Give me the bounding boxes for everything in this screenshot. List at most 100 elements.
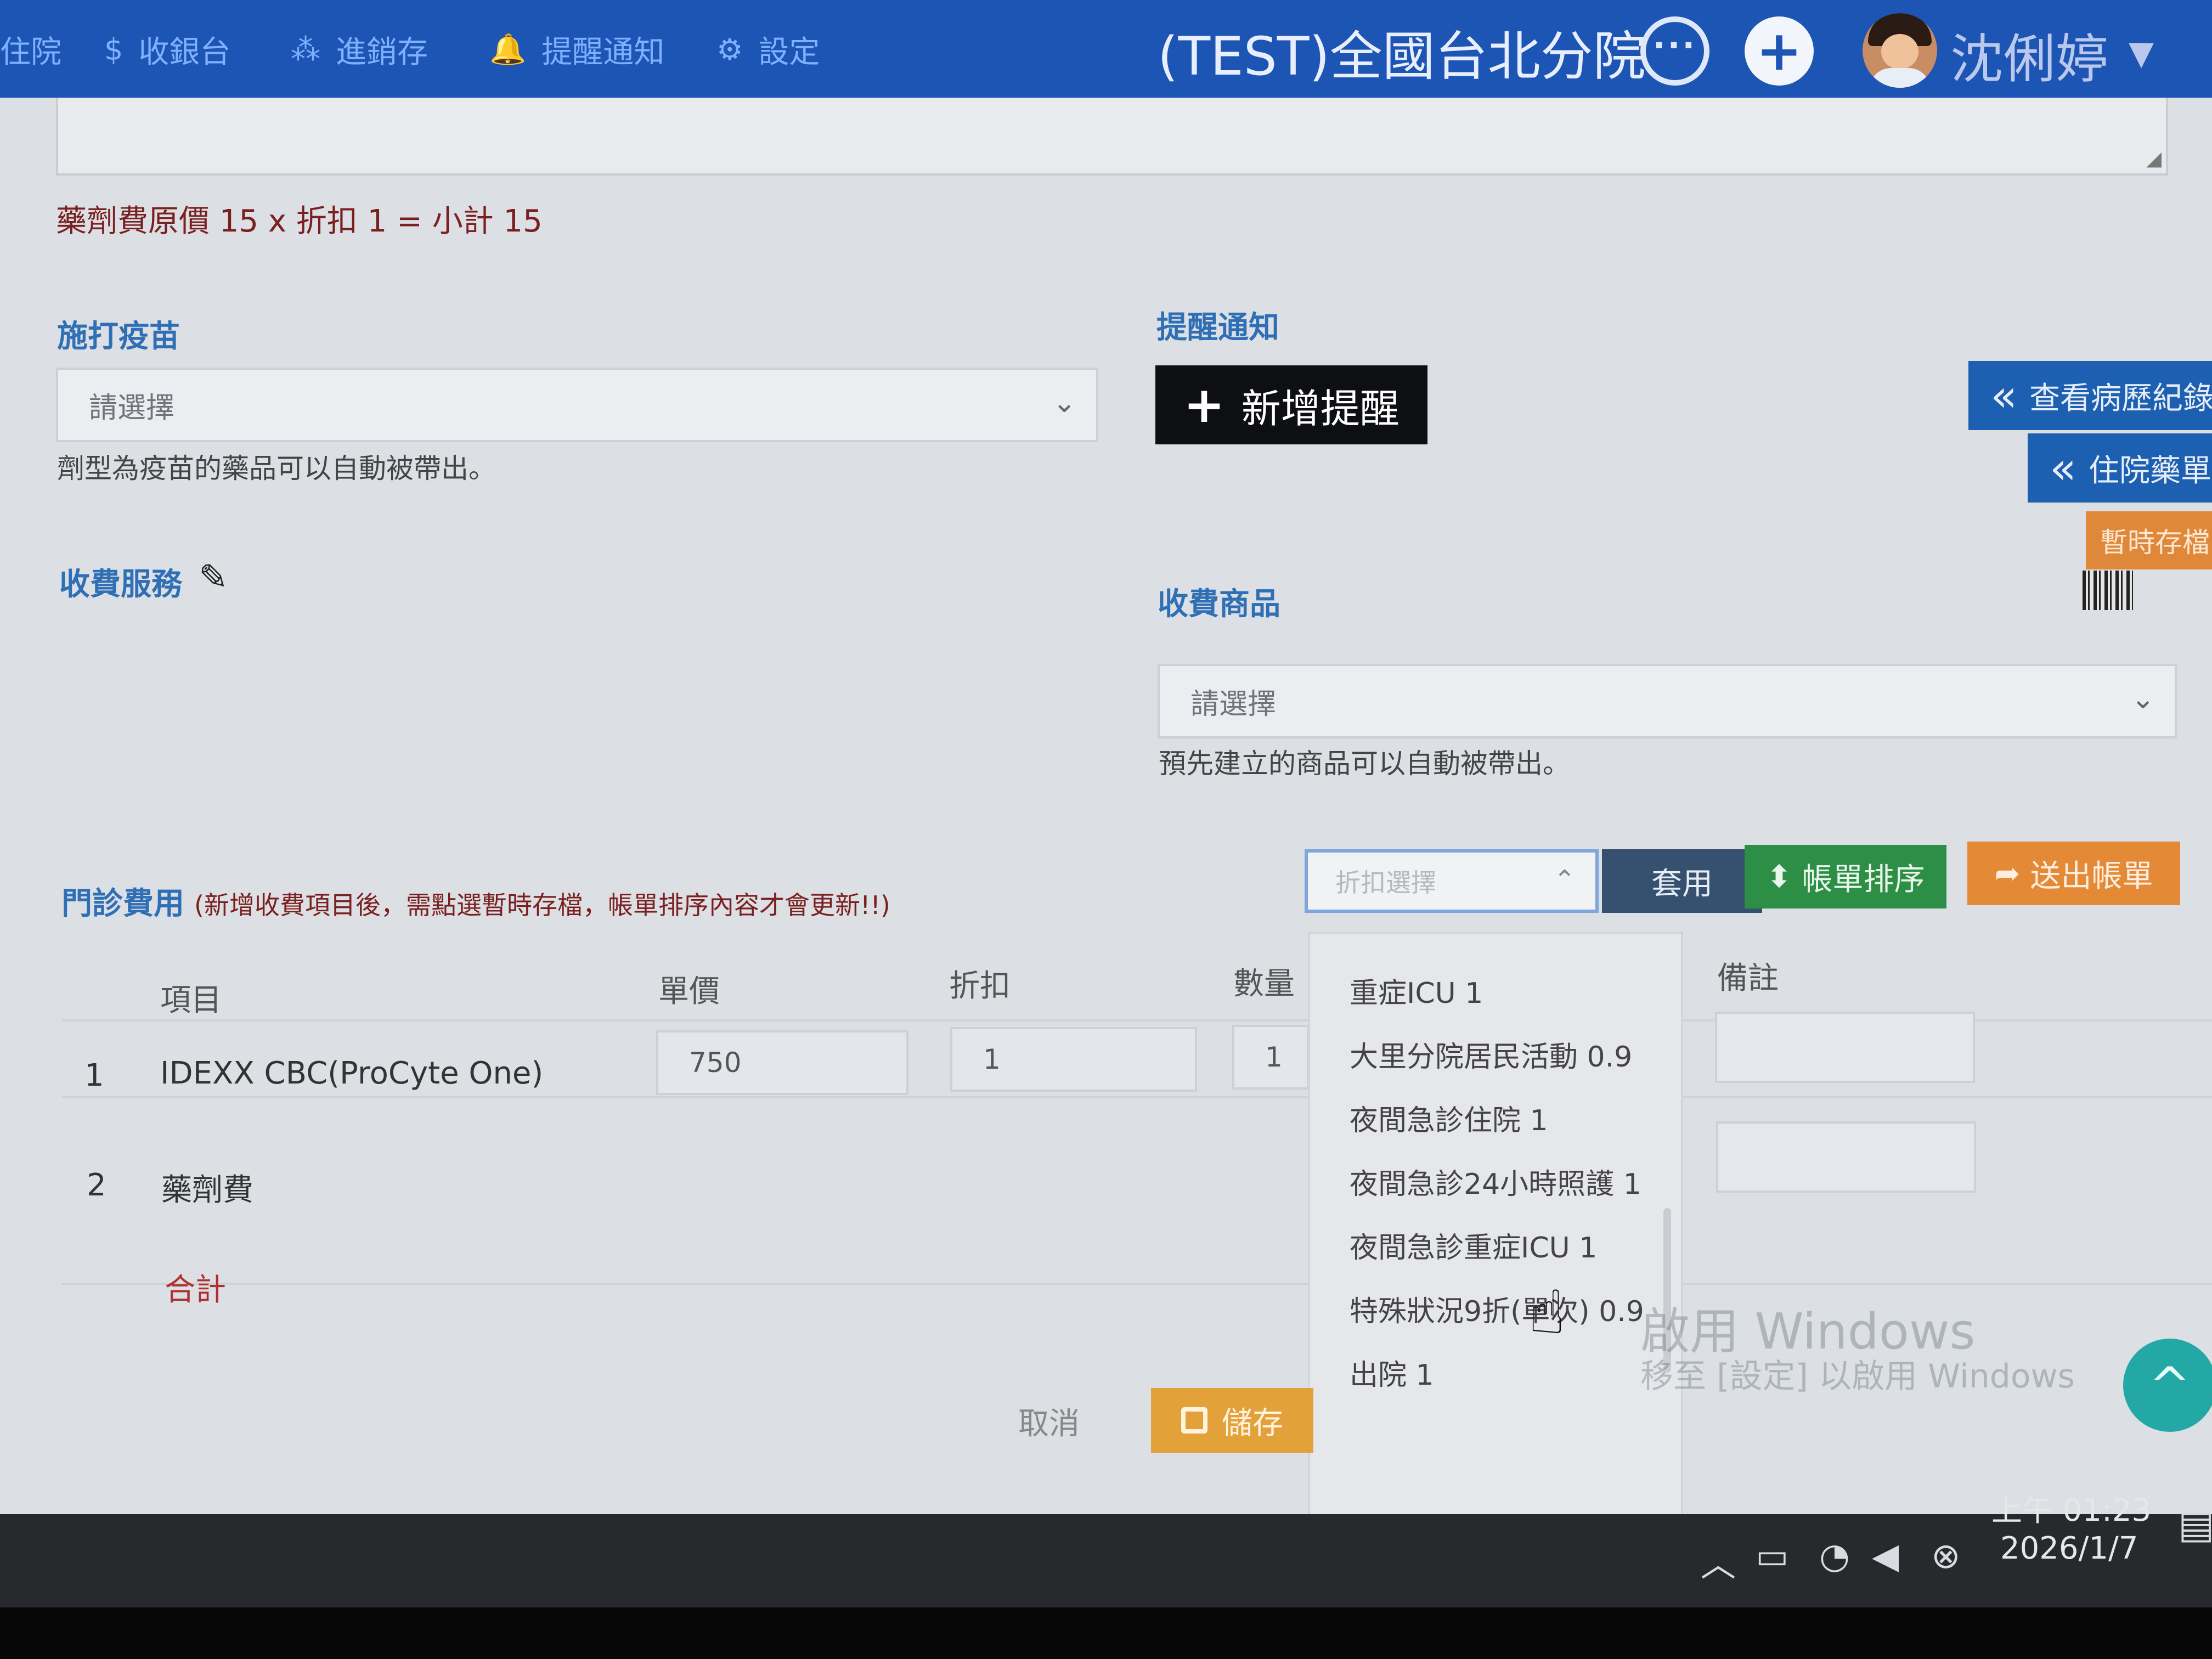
notes-textarea[interactable]: ◢ [56,98,2168,176]
view-medical-history-tab[interactable]: « 查看病歷紀錄 [1968,361,2212,430]
row-1-item: IDEXX CBC(ProCyte One) [160,1056,544,1091]
save-button[interactable]: 儲存 [1151,1388,1313,1453]
row-1-qty-input[interactable]: 1 [1232,1025,1309,1090]
clinic-name: (TEST)全國台北分院 [1158,26,1646,87]
dollar-icon: $ [104,32,123,67]
plus-icon: + [1756,19,1802,83]
product-help-text: 預先建立的商品可以自動被帶出。 [1159,748,1570,780]
medication-fee-formula: 藥劑費原價 15 x 折扣 1 = 小計 15 [56,204,543,239]
taskbar-date[interactable]: 2026/1/7 [2000,1531,2138,1566]
sort-bill-label: 帳單排序 [1802,861,1925,898]
discount-option[interactable]: 夜間急診住院 1 [1350,1097,1548,1138]
outpatient-fee-note: (新增收費項目後，需點選暫時存檔，帳單排序內容才會更新!!) [194,890,890,920]
cancel-button[interactable]: 取消 [1018,1399,1080,1443]
user-name[interactable]: 沈俐婷 [1950,16,2108,93]
total-label: 合計 [165,1272,226,1308]
row-1-discount-input[interactable]: 1 [950,1027,1197,1092]
chat-button[interactable]: ··· [1640,16,1709,86]
hand-cursor-icon: ☝ [1528,1277,1565,1347]
chevron-up-icon: ⌃ [1553,865,1576,895]
col-header-discount: 折扣 [949,968,1011,1004]
notification-icon[interactable]: ▤ [2178,1502,2212,1547]
apply-discount-button[interactable]: 套用 [1602,849,1762,913]
cubes-icon: ⁂ [291,32,320,67]
nav-label-settings: 設定 [758,34,820,70]
tray-chevron-up-icon[interactable]: ︿ [1701,1536,1736,1587]
nav-label-inventory: 進銷存 [336,34,428,70]
discount-option[interactable]: 重症ICU 1 [1350,970,1483,1011]
discount-option[interactable]: 出院 1 [1350,1352,1434,1393]
floppy-disk-icon [1181,1407,1207,1434]
resize-handle-icon[interactable]: ◢ [2146,148,2162,170]
vaccine-select[interactable]: 請選擇 ⌄ [56,368,1098,442]
reminder-label: 提醒通知 [1156,310,1279,346]
vaccine-select-value: 請選擇 [89,391,175,425]
chat-bubble-icon: ··· [1652,26,1697,65]
chevron-down-icon: ⌄ [2131,682,2155,715]
table-row-divider [61,1283,2212,1285]
col-header-item: 項目 [160,983,222,1018]
col-header-remark: 備註 [1717,961,1779,996]
scroll-to-top-button[interactable]: ^ [2123,1339,2212,1432]
bell-icon: 🔔 [489,32,527,66]
pencil-icon[interactable]: ✎ [199,557,228,598]
row-1-no: 1 [84,1058,104,1093]
product-select[interactable]: 請選擇 ⌄ [1158,664,2177,738]
service-label: 收費服務 [59,567,182,602]
table-row-divider [61,1096,2212,1098]
inpatient-rx-tab[interactable]: « 住院藥單 [2028,433,2212,503]
row-1-remark-input[interactable] [1715,1012,1975,1083]
discount-select[interactable]: 折扣選擇 ⌃ [1305,849,1599,913]
col-header-qty: 數量 [1233,966,1295,1002]
sort-bill-button[interactable]: ⬍ 帳單排序 [1745,845,1946,909]
avatar-face [1881,34,1918,69]
inpatient-rx-label: 住院藥單 [2088,453,2211,489]
gear-icon: ⚙ [716,32,743,67]
row-2-no: 2 [87,1167,106,1203]
nav-item-inventory[interactable]: ⁂ 進銷存 [291,27,428,71]
chevron-down-icon[interactable]: ▼ [2129,34,2154,72]
avatar[interactable] [1863,13,1937,88]
nav-item-reminders[interactable]: 🔔 提醒通知 [489,27,664,71]
double-chevron-left-icon: « [1990,370,2017,421]
discount-option[interactable]: 夜間急診重症ICU 1 [1350,1224,1597,1266]
save-label: 儲存 [1222,1405,1283,1441]
error-x-icon[interactable]: ⊗ [1931,1536,1961,1577]
discount-option[interactable]: 大里分院居民活動 0.9 [1350,1034,1632,1075]
view-medical-history-label: 查看病歷紀錄 [2029,380,2212,416]
temp-save-label: 暫時存檔 [2100,527,2210,558]
discount-option[interactable]: 夜間急診24小時照護 1 [1350,1161,1641,1202]
battery-icon[interactable]: ▭ [1756,1536,1788,1577]
barcode-icon[interactable] [2083,571,2133,610]
add-reminder-button[interactable]: + 新增提醒 [1155,365,1427,444]
wifi-icon[interactable]: ◔ [1819,1536,1850,1577]
send-bill-label: 送出帳單 [2030,858,2153,894]
nav-item-inpatient[interactable]: 住院 [0,27,61,71]
temp-save-tab[interactable]: 暫時存檔 [2086,511,2212,569]
row-1-price-input[interactable]: 750 [656,1030,909,1095]
taskbar-time[interactable]: 上午 01:23 [1991,1486,2151,1530]
outpatient-fee-heading: 門診費用 (新增收費項目後，需點選暫時存檔，帳單排序內容才會更新!!) [61,879,890,923]
nav-label-reminders: 提醒通知 [541,34,665,70]
vaccine-help-text: 劑型為疫苗的藥品可以自動被帶出。 [57,453,496,484]
quick-add-button[interactable]: + [1745,16,1814,86]
main-content: ◢ 藥劑費原價 15 x 折扣 1 = 小計 15 施打疫苗 請選擇 ⌄ 劑型為… [0,98,2212,1514]
nav-item-settings[interactable]: ⚙ 設定 [716,27,820,71]
nav-label-inpatient: 住院 [0,34,61,70]
discount-option-hovered[interactable]: 特殊狀況9折(單次) 0.9 [1350,1288,1644,1329]
double-chevron-left-icon: « [2050,442,2076,494]
discount-dropdown-list[interactable]: 重症ICU 1 大里分院居民活動 0.9 夜間急診住院 1 夜間急診24小時照護… [1308,932,1683,1514]
app-screen: 住院 $ 收銀台 ⁂ 進銷存 🔔 提醒通知 ⚙ 設定 (TEST)全國台北分院 … [0,0,2212,1514]
row-2-item: 藥劑費 [161,1172,253,1208]
send-bill-button[interactable]: ➦ 送出帳單 [1967,842,2180,905]
row-2-remark-input[interactable] [1716,1121,1976,1193]
plus-icon: + [1183,376,1225,434]
product-label: 收費商品 [1158,586,1280,622]
monitor-bezel [0,1607,2212,1659]
chevron-up-icon: ^ [2149,1356,2191,1414]
volume-icon[interactable]: ◀ [1872,1536,1899,1577]
add-reminder-label: 新增提醒 [1241,385,1400,432]
nav-item-cashier[interactable]: $ 收銀台 [104,27,230,71]
sort-icon: ⬍ [1766,859,1792,895]
top-navbar: 住院 $ 收銀台 ⁂ 進銷存 🔔 提醒通知 ⚙ 設定 (TEST)全國台北分院 … [0,0,2212,98]
